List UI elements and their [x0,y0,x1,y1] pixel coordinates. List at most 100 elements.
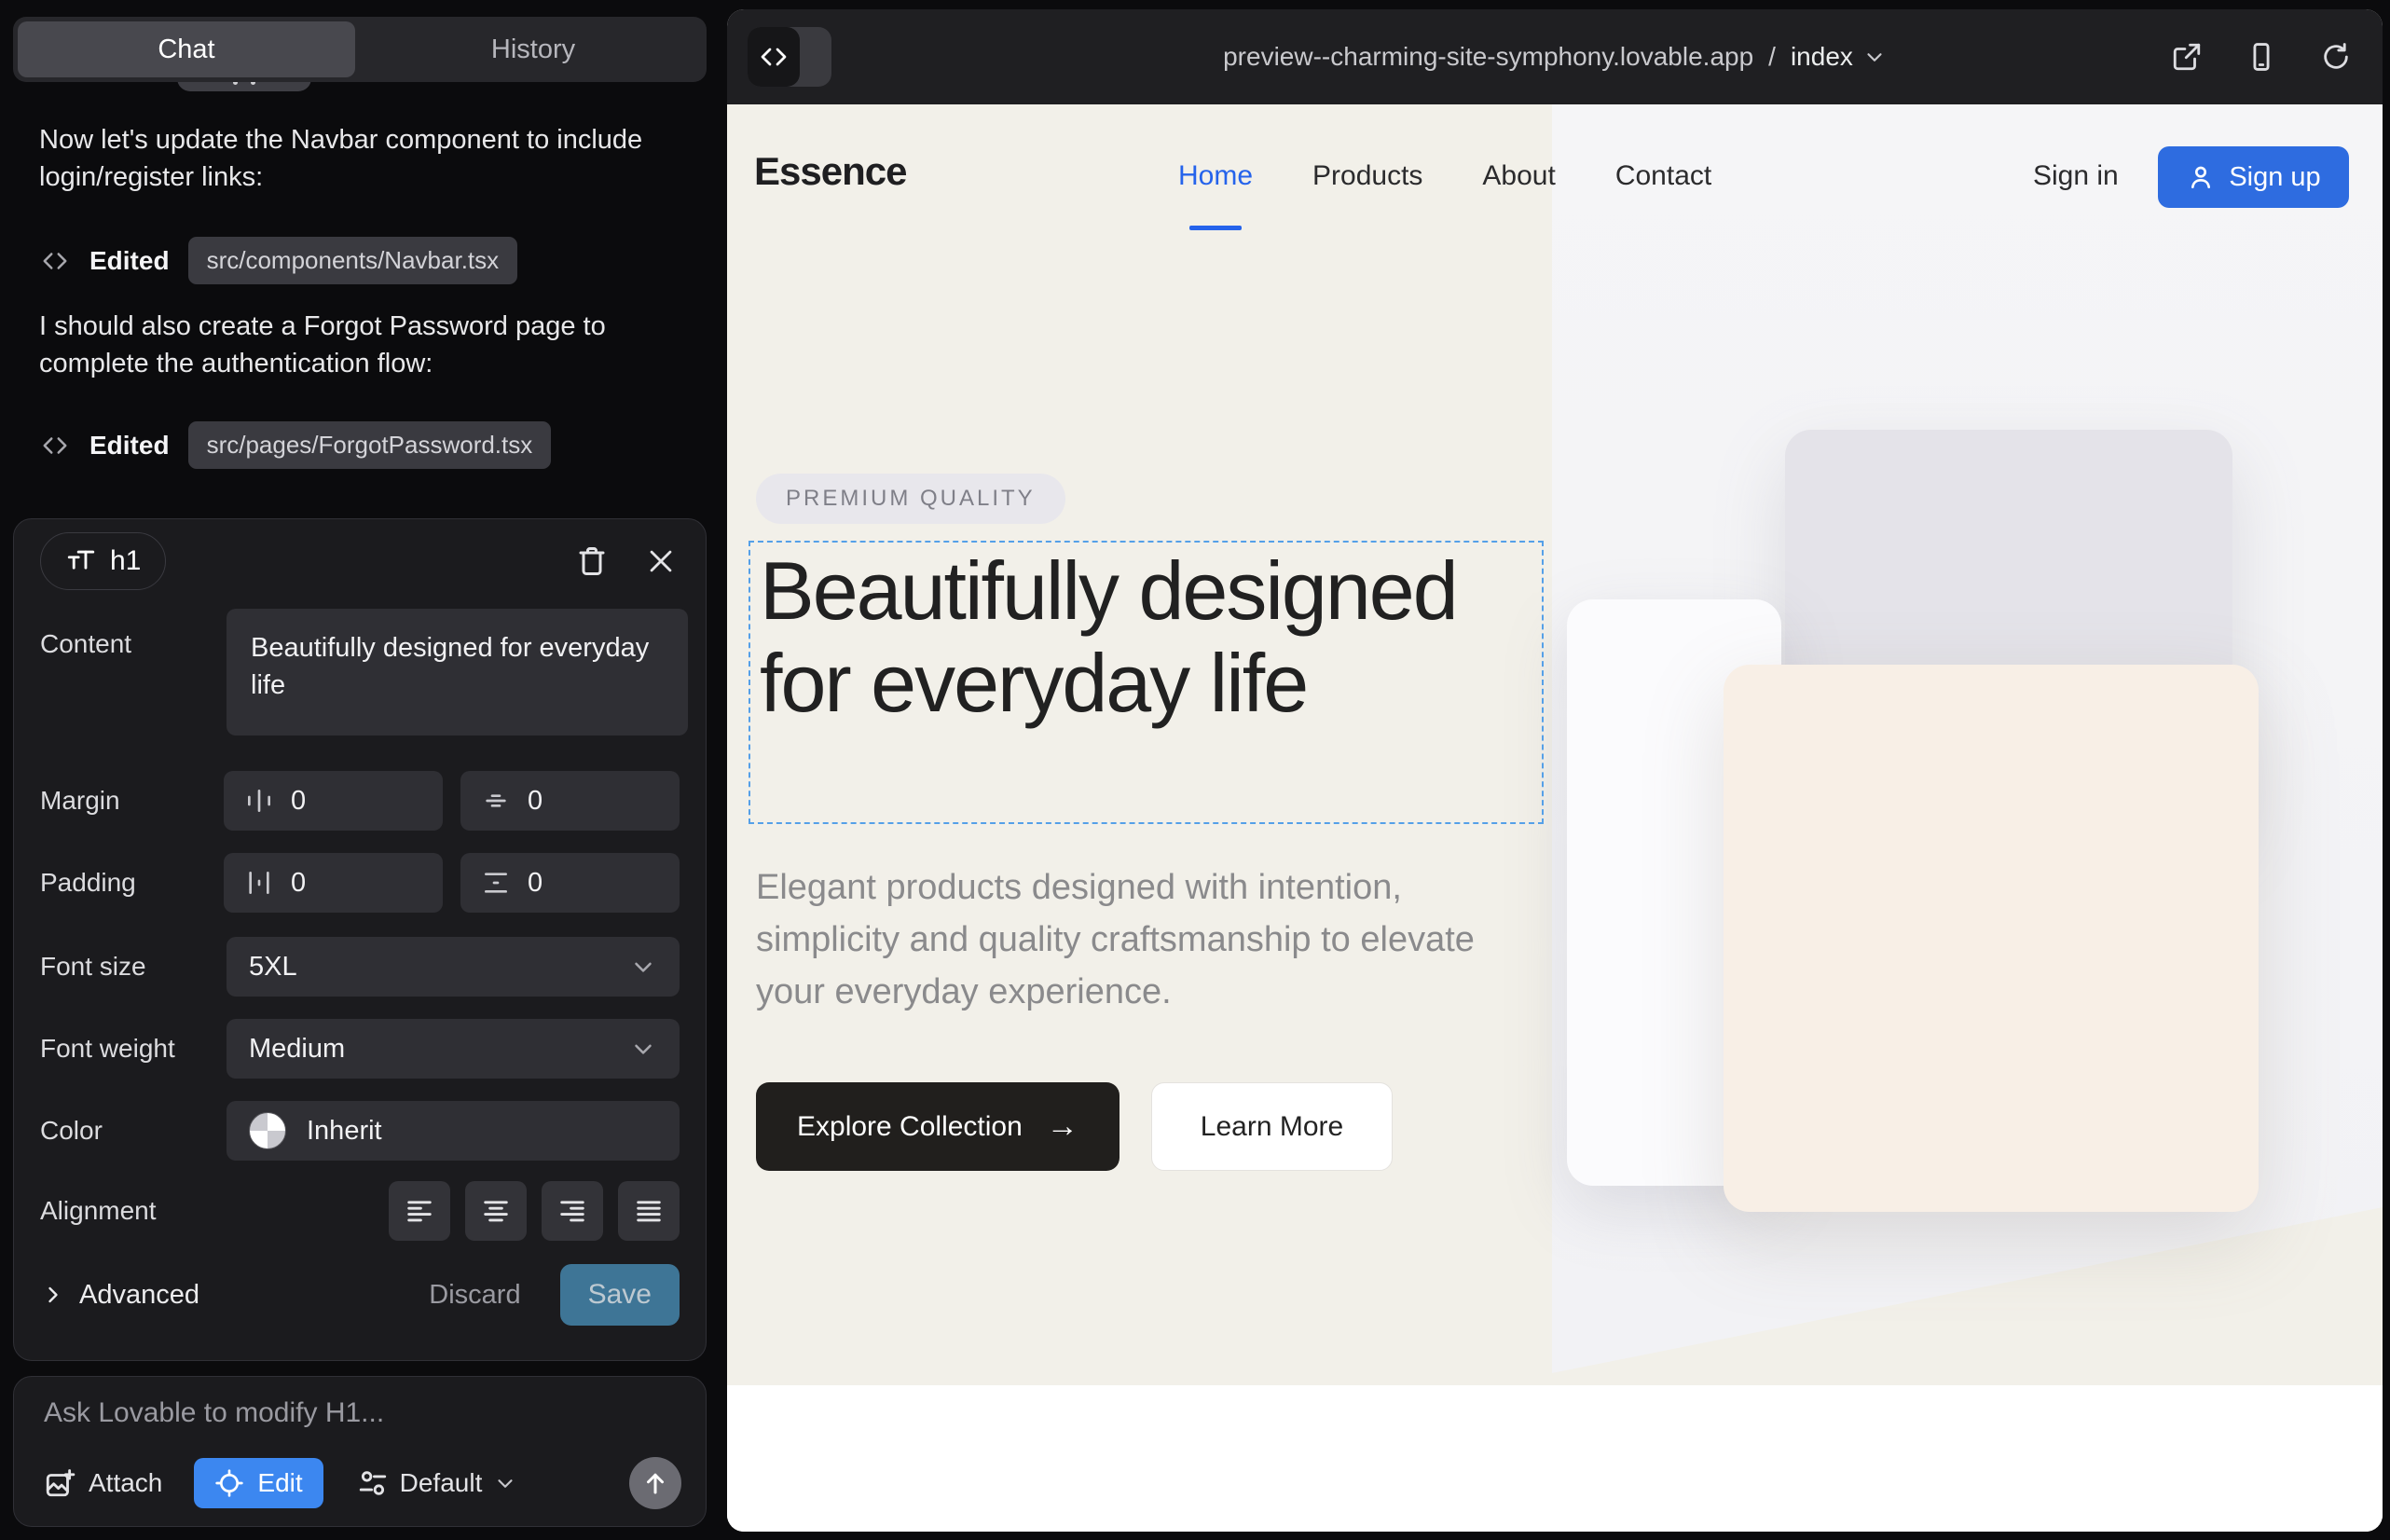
edited-label: Edited [89,246,170,276]
edited-label: Edited [89,431,170,461]
font-size-select[interactable]: 5XL [227,937,680,997]
edited-file-row: Edited src/pages/ForgotPassword.tsx [39,421,551,469]
explore-collection-label: Explore Collection [797,1111,1023,1143]
margin-vertical-icon [481,786,511,816]
margin-y-value: 0 [528,786,543,817]
chevron-down-icon [629,1035,657,1063]
explore-collection-button[interactable]: Explore Collection → [756,1082,1119,1171]
edited-file-chip[interactable]: src/pages/ForgotPassword.tsx [188,421,552,469]
arrow-right-icon: → [1047,1108,1078,1145]
element-editor-panel: h1 Content Margin 0 [13,518,707,1361]
padding-horizontal-icon [244,868,274,898]
code-icon [39,245,71,277]
image-plus-icon [44,1467,76,1499]
url-separator: / [1763,42,1781,72]
align-justify-icon [633,1195,665,1227]
mobile-icon [2246,41,2277,73]
mobile-view-button[interactable] [2243,38,2280,76]
padding-x-input[interactable]: 0 [224,853,443,913]
refresh-button[interactable] [2317,38,2355,76]
edited-file-row: Edited src/components/Navbar.tsx [39,237,517,284]
nav-link-contact[interactable]: Contact [1615,160,1711,192]
sign-up-button[interactable]: Sign up [2158,146,2349,208]
margin-x-input[interactable]: 0 [224,771,443,831]
margin-label: Margin [40,786,224,816]
edited-file-chip[interactable]: src/components/Navbar.tsx [188,237,518,284]
preview-panel: preview--charming-site-symphony.lovable.… [727,9,2383,1532]
save-button[interactable]: Save [560,1264,680,1326]
prompt-input[interactable] [44,1397,659,1442]
align-right-button[interactable] [542,1181,603,1241]
edit-mode-button[interactable]: Edit [194,1458,323,1508]
font-weight-select[interactable]: Medium [227,1019,680,1079]
nav-link-products[interactable]: Products [1312,160,1422,192]
hero-subtext: Elegant products designed with intention… [756,861,1492,1018]
font-weight-label: Font weight [40,1034,227,1064]
align-center-button[interactable] [465,1181,527,1241]
margin-y-input[interactable]: 0 [460,771,680,831]
advanced-toggle[interactable]: Advanced [40,1280,199,1311]
trash-icon [575,544,609,578]
content-label: Content [40,629,131,659]
url-host: preview--charming-site-symphony.lovable.… [1223,42,1753,72]
chevron-right-icon [40,1282,66,1308]
color-label: Color [40,1116,227,1146]
target-icon [214,1468,244,1498]
close-editor-button[interactable] [642,543,680,580]
chat-message: I should also create a Forgot Password p… [39,308,682,382]
site-canvas: Essence Home Products About Contact Sign… [727,104,2383,1532]
chat-history-tabs: Chat History [13,17,707,82]
preview-browser-bar: preview--charming-site-symphony.lovable.… [727,9,2383,104]
site-navbar: Essence Home Products About Contact Sign… [727,104,2383,254]
margin-horizontal-icon [244,786,274,816]
align-left-button[interactable] [389,1181,450,1241]
color-select[interactable]: Inherit [227,1101,680,1161]
typography-icon [65,545,97,577]
chat-sidebar: Chat History Now let's update the Navbar… [13,0,707,1540]
send-button[interactable] [629,1457,681,1509]
learn-more-label: Learn More [1201,1111,1343,1143]
sign-up-label: Sign up [2229,162,2320,193]
selected-element-pill[interactable]: h1 [40,532,166,590]
align-left-icon [404,1195,435,1227]
url-breadcrumb[interactable]: preview--charming-site-symphony.lovable.… [1223,42,1887,72]
font-weight-value: Medium [249,1034,345,1065]
attach-label: Attach [89,1468,162,1498]
padding-y-value: 0 [528,868,543,899]
edit-label: Edit [257,1468,302,1498]
color-swatch [249,1112,286,1149]
refresh-icon [2320,41,2352,73]
open-in-new-tab-button[interactable] [2168,38,2205,76]
user-icon [2186,162,2216,192]
code-preview-toggle[interactable] [748,27,831,87]
attach-button[interactable]: Attach [44,1467,162,1499]
align-justify-button[interactable] [618,1181,680,1241]
premium-quality-badge: PREMIUM QUALITY [756,474,1065,524]
selected-heading-outline[interactable]: Beautifully designed for everyday life [749,541,1544,824]
next-section-band [727,1385,2383,1532]
discard-button[interactable]: Discard [429,1280,520,1311]
element-tag-label: h1 [110,545,141,577]
prompt-panel: Attach Edit Default [13,1376,707,1527]
padding-y-input[interactable]: 0 [460,853,680,913]
font-size-value: 5XL [249,952,297,983]
sign-in-link[interactable]: Sign in [2033,160,2119,192]
mode-label: Default [400,1468,483,1498]
padding-vertical-icon [481,868,511,898]
content-input[interactable] [227,609,688,736]
chevron-down-icon [493,1471,517,1495]
tab-history[interactable]: History [364,21,702,77]
nav-link-about[interactable]: About [1482,160,1555,192]
delete-element-button[interactable] [573,543,611,580]
tab-chat[interactable]: Chat [18,21,355,77]
hero-heading: Beautifully designed for everyday life [760,544,1524,729]
mode-select[interactable]: Default [357,1467,518,1499]
padding-label: Padding [40,868,224,898]
nav-link-home[interactable]: Home [1178,160,1253,192]
site-logo[interactable]: Essence [754,149,906,194]
align-right-icon [556,1195,588,1227]
font-size-label: Font size [40,952,227,982]
code-icon [759,42,789,72]
chat-message: Now let's update the Navbar component to… [39,121,682,196]
learn-more-button[interactable]: Learn More [1151,1082,1393,1171]
